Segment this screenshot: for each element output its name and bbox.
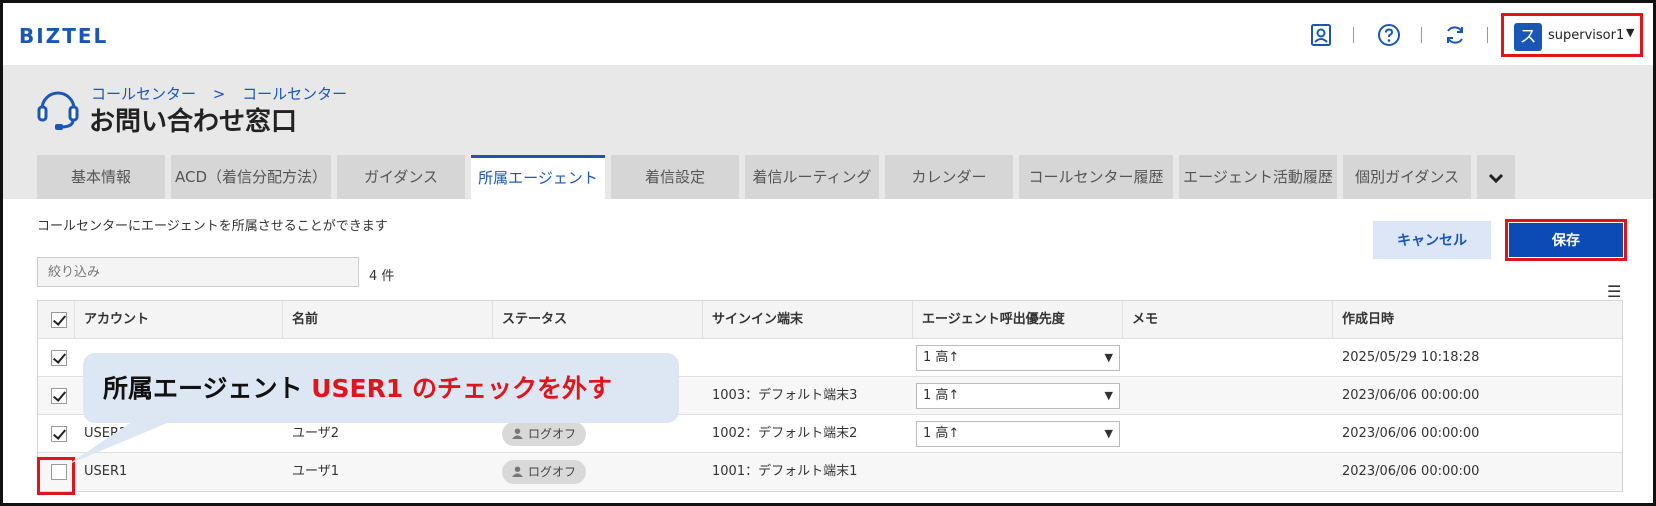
row-checkbox[interactable] [51, 388, 67, 404]
cell-created: 2025/05/29 10:18:28 [1342, 350, 1480, 365]
cell-created: 2023/06/06 00:00:00 [1342, 426, 1480, 441]
save-button-highlight: 保存 [1505, 219, 1627, 261]
agent-profile-icon[interactable] [1309, 23, 1333, 47]
header-name[interactable]: 名前 [282, 301, 492, 339]
tab-acd[interactable]: ACD（着信分配方法） [171, 155, 331, 199]
cell-memo [1122, 377, 1332, 415]
help-icon[interactable] [1377, 23, 1401, 47]
cell-created: 2023/06/06 00:00:00 [1342, 388, 1480, 403]
tab-basic-info[interactable]: 基本情報 [37, 155, 165, 199]
tab-guidance[interactable]: ガイダンス [337, 155, 465, 199]
user-name: supervisor1 [1548, 28, 1625, 43]
separator [1421, 27, 1422, 43]
priority-select[interactable]: 1 高↑ ▼ [916, 383, 1120, 409]
cancel-button[interactable]: キャンセル [1373, 221, 1491, 259]
priority-select[interactable]: 1 高↑ ▼ [916, 421, 1120, 447]
callout-prefix: 所属エージェント [103, 374, 312, 403]
status-badge: ログオフ [502, 421, 587, 446]
priority-value: 1 高↑ [923, 350, 960, 365]
chevron-down-icon: ▼ [1626, 26, 1635, 39]
section-description: コールセンターにエージェントを所属させることができます [37, 219, 388, 234]
page-header: コールセンター > コールセンター お問い合わせ窓口 基本情報 ACD（着信分配… [3, 65, 1653, 199]
priority-value: 1 高↑ [923, 388, 960, 403]
header-status[interactable]: ステータス [492, 301, 702, 339]
chevron-down-icon [1488, 173, 1504, 183]
row-checkbox[interactable] [51, 350, 67, 366]
checkbox-highlight [37, 457, 75, 495]
tab-routing[interactable]: 着信ルーティング [745, 155, 879, 199]
tab-agents[interactable]: 所属エージェント [471, 155, 605, 199]
instruction-callout: 所属エージェント USER1 のチェックを外す [83, 353, 679, 423]
tab-more-button[interactable] [1477, 155, 1515, 199]
page-title: お問い合わせ窓口 [89, 107, 298, 137]
chevron-down-icon: ▼ [1104, 389, 1113, 402]
status-badge: ログオフ [502, 459, 587, 484]
header-created[interactable]: 作成日時 [1332, 301, 1622, 339]
cell-terminal [702, 339, 912, 377]
cell-status: ログオフ [492, 453, 702, 491]
refresh-icon[interactable] [1443, 23, 1467, 47]
priority-select[interactable]: 1 高↑ ▼ [916, 345, 1120, 371]
chevron-down-icon: ▼ [1104, 427, 1113, 440]
user-icon [512, 427, 523, 439]
callout-text: 所属エージェント USER1 のチェックを外す [103, 369, 612, 405]
tab-calendar[interactable]: カレンダー [885, 155, 1013, 199]
row-checkbox[interactable] [51, 426, 67, 442]
cell-terminal: 1002：デフォルト端末2 [712, 426, 858, 441]
header-memo[interactable]: メモ [1122, 301, 1332, 339]
separator [1353, 27, 1354, 43]
priority-value: 1 高↑ [923, 426, 960, 441]
status-label: ログオフ [528, 464, 577, 479]
cell-account: USER1 [84, 464, 128, 479]
header-account[interactable]: アカウント [74, 301, 282, 339]
avatar: ス [1514, 23, 1542, 51]
cell-memo [1122, 339, 1332, 377]
cell-terminal: 1001：デフォルト端末1 [712, 464, 858, 479]
top-bar: BIZTEL ス supervisor1 ▼ [3, 3, 1653, 65]
tab-callcenter-history[interactable]: コールセンター履歴 [1019, 155, 1173, 199]
app-window: BIZTEL ス supervisor1 ▼ コールセンター > コールセンター… [0, 0, 1656, 506]
user-menu[interactable]: ス supervisor1 ▼ [1501, 13, 1643, 57]
tab-individual-guidance[interactable]: 個別ガイダンス [1343, 155, 1471, 199]
filter-input[interactable] [37, 257, 359, 287]
save-button[interactable]: 保存 [1509, 223, 1623, 257]
tab-agent-activity-history[interactable]: エージェント活動履歴 [1179, 155, 1337, 199]
header-terminal[interactable]: サインイン端末 [702, 301, 912, 339]
table-row: USER1 ユーザ1 ログオフ 1001：デフォルト端末1 2023/06/06… [38, 453, 1622, 491]
headset-icon [37, 91, 79, 130]
cell-memo [1122, 415, 1332, 453]
separator [1487, 27, 1488, 43]
header-priority[interactable]: エージェント呼出優先度 [912, 301, 1122, 339]
user-icon [512, 465, 523, 477]
column-menu-icon[interactable]: ☰ [1607, 282, 1621, 301]
select-all-checkbox[interactable] [51, 312, 67, 328]
cell-created: 2023/06/06 00:00:00 [1342, 464, 1480, 479]
biztel-logo[interactable]: BIZTEL [19, 24, 108, 48]
cell-memo [1122, 453, 1332, 491]
tab-incoming-settings[interactable]: 着信設定 [611, 155, 739, 199]
cell-terminal: 1003：デフォルト端末3 [712, 388, 858, 403]
result-count: 4 件 [369, 269, 395, 284]
table-header-row: アカウント 名前 ステータス サインイン端末 エージェント呼出優先度 メモ 作成… [38, 301, 1622, 339]
callout-highlight: USER1 のチェックを外す [311, 374, 612, 403]
chevron-down-icon: ▼ [1104, 351, 1113, 364]
cell-name: ユーザ1 [292, 464, 340, 479]
status-label: ログオフ [528, 426, 577, 441]
